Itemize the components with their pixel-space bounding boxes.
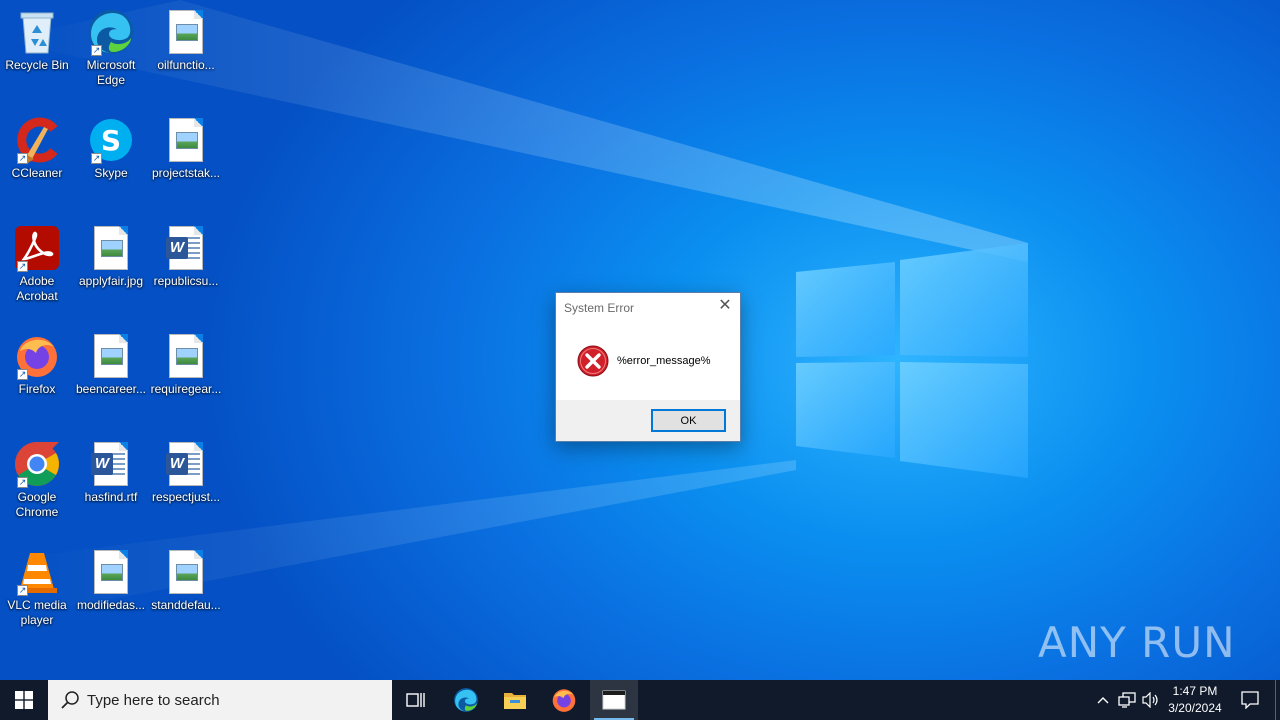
error-message: %error_message% xyxy=(617,355,711,367)
image-file-icon xyxy=(169,10,203,54)
desktop-icon-label: hasfind.rtf xyxy=(84,490,138,504)
word-doc-icon: W xyxy=(166,442,203,486)
file-explorer-icon xyxy=(504,693,526,709)
image-file-icon xyxy=(169,550,203,594)
desktop-icon-file[interactable]: beencareer... xyxy=(74,332,148,397)
desktop-icon-firefox[interactable]: ↗ Firefox xyxy=(0,332,74,397)
error-icon xyxy=(577,345,609,377)
dialog-title: System Error xyxy=(564,301,635,315)
action-center-button[interactable] xyxy=(1232,680,1268,720)
taskbar-clock[interactable]: 1:47 PM 3/20/2024 xyxy=(1162,683,1228,717)
desktop-icon-skype[interactable]: S ↗ Skype xyxy=(74,116,148,181)
desktop-icon-label: VLC media player xyxy=(7,598,67,627)
desktop-icon-label: Microsoft Edge xyxy=(86,58,136,87)
desktop-icon-file[interactable]: oilfunctio... xyxy=(149,8,223,73)
edge-icon xyxy=(454,688,478,712)
desktop-icon-file[interactable]: projectstak... xyxy=(149,116,223,181)
shortcut-arrow-icon: ↗ xyxy=(91,153,102,164)
desktop-icon-label: republicsu... xyxy=(153,274,219,288)
desktop-icon-label: Google Chrome xyxy=(15,490,59,519)
taskbar: Type here to search 1:47 PM 3/20/2024 xyxy=(0,680,1280,720)
desktop-icon-file[interactable]: requiregear... xyxy=(149,332,223,397)
desktop-icon-google-chrome[interactable]: ↗ Google Chrome xyxy=(0,440,74,520)
desktop-icon-label: requiregear... xyxy=(150,382,222,396)
taskbar-search[interactable]: Type here to search xyxy=(48,680,392,720)
taskbar-firefox[interactable] xyxy=(540,680,588,720)
shortcut-arrow-icon: ↗ xyxy=(17,153,28,164)
shortcut-arrow-icon: ↗ xyxy=(17,369,28,380)
desktop-icon-label: respectjust... xyxy=(151,490,221,504)
clock-date: 3/20/2024 xyxy=(1168,701,1222,715)
search-placeholder: Type here to search xyxy=(87,691,220,709)
desktop-icon-label: projectstak... xyxy=(151,166,221,180)
desktop-icon-label: standdefau... xyxy=(151,598,221,612)
svg-text:S: S xyxy=(101,124,121,157)
volume-icon[interactable] xyxy=(1141,690,1161,710)
desktop-icon-label: applyfair.jpg xyxy=(78,274,144,288)
desktop-icon-label: CCleaner xyxy=(11,166,63,180)
dialog-footer: OK xyxy=(556,400,740,441)
desktop-icon-file[interactable]: W respectjust... xyxy=(149,440,223,505)
system-error-dialog: System Error ✕ %error_message% OK xyxy=(555,292,741,442)
task-view-button[interactable] xyxy=(392,680,440,720)
start-button[interactable] xyxy=(0,680,48,720)
watermark: ANY RUN xyxy=(1038,612,1236,672)
image-file-icon xyxy=(169,118,203,162)
image-file-icon xyxy=(169,334,203,378)
desktop: Recycle Bin ↗ CCleaner ↗ Adobe Acrobat ↗… xyxy=(0,0,1280,680)
search-icon xyxy=(61,691,79,709)
close-icon[interactable]: ✕ xyxy=(716,297,734,315)
desktop-icon-file[interactable]: W hasfind.rtf xyxy=(74,440,148,505)
desktop-icon-file[interactable]: W republicsu... xyxy=(149,224,223,289)
taskbar-file-explorer[interactable] xyxy=(491,680,539,720)
desktop-icon-vlc[interactable]: ↗ VLC media player xyxy=(0,548,74,628)
desktop-icon-recycle-bin[interactable]: Recycle Bin xyxy=(0,8,74,73)
shortcut-arrow-icon: ↗ xyxy=(17,585,28,596)
ok-button[interactable]: OK xyxy=(651,409,726,432)
shortcut-arrow-icon: ↗ xyxy=(91,45,102,56)
taskbar-edge[interactable] xyxy=(442,680,490,720)
taskbar-active-window[interactable] xyxy=(590,680,638,720)
recycle-bin-icon xyxy=(20,12,54,54)
task-view-icon xyxy=(406,693,425,707)
desktop-icon-file[interactable]: modifiedas... xyxy=(74,548,148,613)
shortcut-arrow-icon: ↗ xyxy=(17,261,28,272)
desktop-icon-label: beencareer... xyxy=(75,382,147,396)
desktop-icon-adobe-acrobat[interactable]: ↗ Adobe Acrobat xyxy=(0,224,74,304)
shortcut-arrow-icon: ↗ xyxy=(17,477,28,488)
image-file-icon xyxy=(94,226,128,270)
desktop-icon-label: oilfunctio... xyxy=(157,58,215,72)
show-desktop-button[interactable] xyxy=(1275,680,1280,720)
desktop-icon-file[interactable]: applyfair.jpg xyxy=(74,224,148,289)
watermark-text: ANY RUN xyxy=(1038,617,1236,667)
network-icon[interactable] xyxy=(1117,690,1137,710)
word-doc-icon: W xyxy=(91,442,128,486)
desktop-icon-ccleaner[interactable]: ↗ CCleaner xyxy=(0,116,74,181)
word-doc-icon: W xyxy=(166,226,203,270)
clock-time: 1:47 PM xyxy=(1172,684,1218,698)
image-file-icon xyxy=(94,334,128,378)
image-file-icon xyxy=(94,550,128,594)
show-hidden-icons-chevron-icon[interactable] xyxy=(1093,690,1113,710)
desktop-icon-file[interactable]: standdefau... xyxy=(149,548,223,613)
firefox-icon xyxy=(552,689,576,712)
window-app-icon xyxy=(602,690,626,710)
desktop-icon-label: Adobe Acrobat xyxy=(16,274,58,303)
notification-icon xyxy=(1241,691,1259,709)
desktop-icon-label: Skype xyxy=(94,166,128,180)
desktop-icon-label: modifiedas... xyxy=(76,598,146,612)
windows-logo-icon xyxy=(15,691,33,709)
desktop-icon-label: Firefox xyxy=(18,382,56,396)
desktop-icon-label: Recycle Bin xyxy=(5,58,69,72)
desktop-icon-microsoft-edge[interactable]: ↗ Microsoft Edge xyxy=(74,8,148,88)
